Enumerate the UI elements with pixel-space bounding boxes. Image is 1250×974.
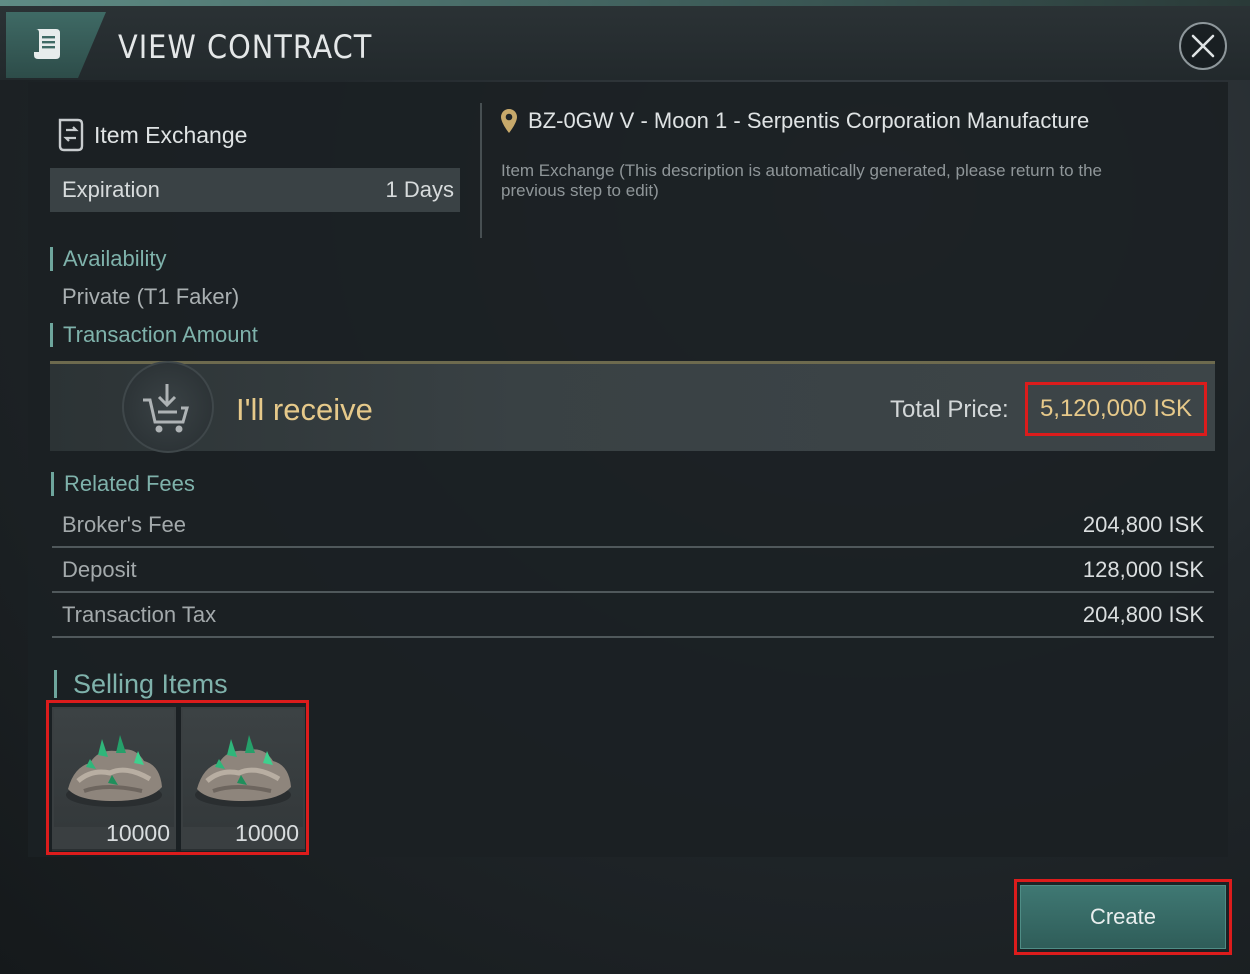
fee-row-broker: Broker's Fee 204,800 ISK xyxy=(52,503,1214,548)
expiration-row: Expiration 1 Days xyxy=(50,168,460,212)
item-slot[interactable]: 10000 xyxy=(181,707,305,851)
contract-description: Item Exchange (This description is autom… xyxy=(501,161,1191,201)
header-bar: VIEW CONTRACT xyxy=(0,6,1250,80)
receive-label: I'll receive xyxy=(236,392,373,427)
item-slot[interactable]: 10000 xyxy=(52,707,176,851)
item-quantity: 10000 xyxy=(106,820,170,846)
contract-type: Item Exchange xyxy=(56,118,247,152)
close-button[interactable] xyxy=(1179,22,1227,70)
scroll-icon xyxy=(34,29,60,59)
fee-value: 204,800 ISK xyxy=(1082,511,1204,537)
contract-type-label: Item Exchange xyxy=(94,121,248,148)
create-button[interactable]: Create xyxy=(1020,885,1226,949)
availability-value: Private (T1 Faker) xyxy=(62,284,240,309)
ore-item-icon xyxy=(183,709,303,827)
cart-download-icon xyxy=(143,384,189,433)
transaction-amount-heading: Transaction Amount xyxy=(50,323,258,347)
vertical-divider xyxy=(480,103,482,238)
fee-value: 128,000 ISK xyxy=(1082,556,1204,582)
availability-heading: Availability xyxy=(50,247,167,271)
location-text: BZ-0GW V - Moon 1 - Serpentis Corporatio… xyxy=(528,108,1090,133)
item-quantity: 10000 xyxy=(235,820,299,846)
description-line: Item Exchange (This description is autom… xyxy=(501,161,1102,180)
total-price-value: 5,120,000 ISK xyxy=(1039,395,1193,422)
ore-item-icon xyxy=(54,709,174,827)
fee-name: Deposit xyxy=(62,556,137,582)
location-pin-icon xyxy=(501,109,517,133)
total-price-highlight: 5,120,000 ISK xyxy=(1025,382,1207,436)
fee-name: Transaction Tax xyxy=(62,601,217,627)
location-row: BZ-0GW V - Moon 1 - Serpentis Corporatio… xyxy=(500,108,1089,134)
page-title: VIEW CONTRACT xyxy=(118,28,373,66)
close-icon xyxy=(1191,34,1215,58)
expiration-label: Expiration xyxy=(62,177,160,202)
total-price-label: Total Price: xyxy=(890,396,1009,423)
expiration-value: 1 Days xyxy=(385,177,454,202)
view-contract-screen: VIEW CONTRACT Item Exchange Expiration 1… xyxy=(0,0,1250,974)
fee-name: Broker's Fee xyxy=(62,511,187,537)
selling-items-heading: Selling Items xyxy=(54,670,228,698)
selling-items-highlight: 10000 10000 xyxy=(46,700,309,855)
fee-value: 204,800 ISK xyxy=(1082,601,1204,627)
receive-banner: I'll receive Total Price: 5,120,000 ISK xyxy=(50,361,1215,453)
fee-row-transaction-tax: Transaction Tax 204,800 ISK xyxy=(52,593,1214,638)
item-exchange-icon xyxy=(58,118,84,152)
description-line: previous step to edit) xyxy=(501,181,659,200)
related-fees-heading: Related Fees xyxy=(51,472,195,496)
fee-row-deposit: Deposit 128,000 ISK xyxy=(52,548,1214,593)
